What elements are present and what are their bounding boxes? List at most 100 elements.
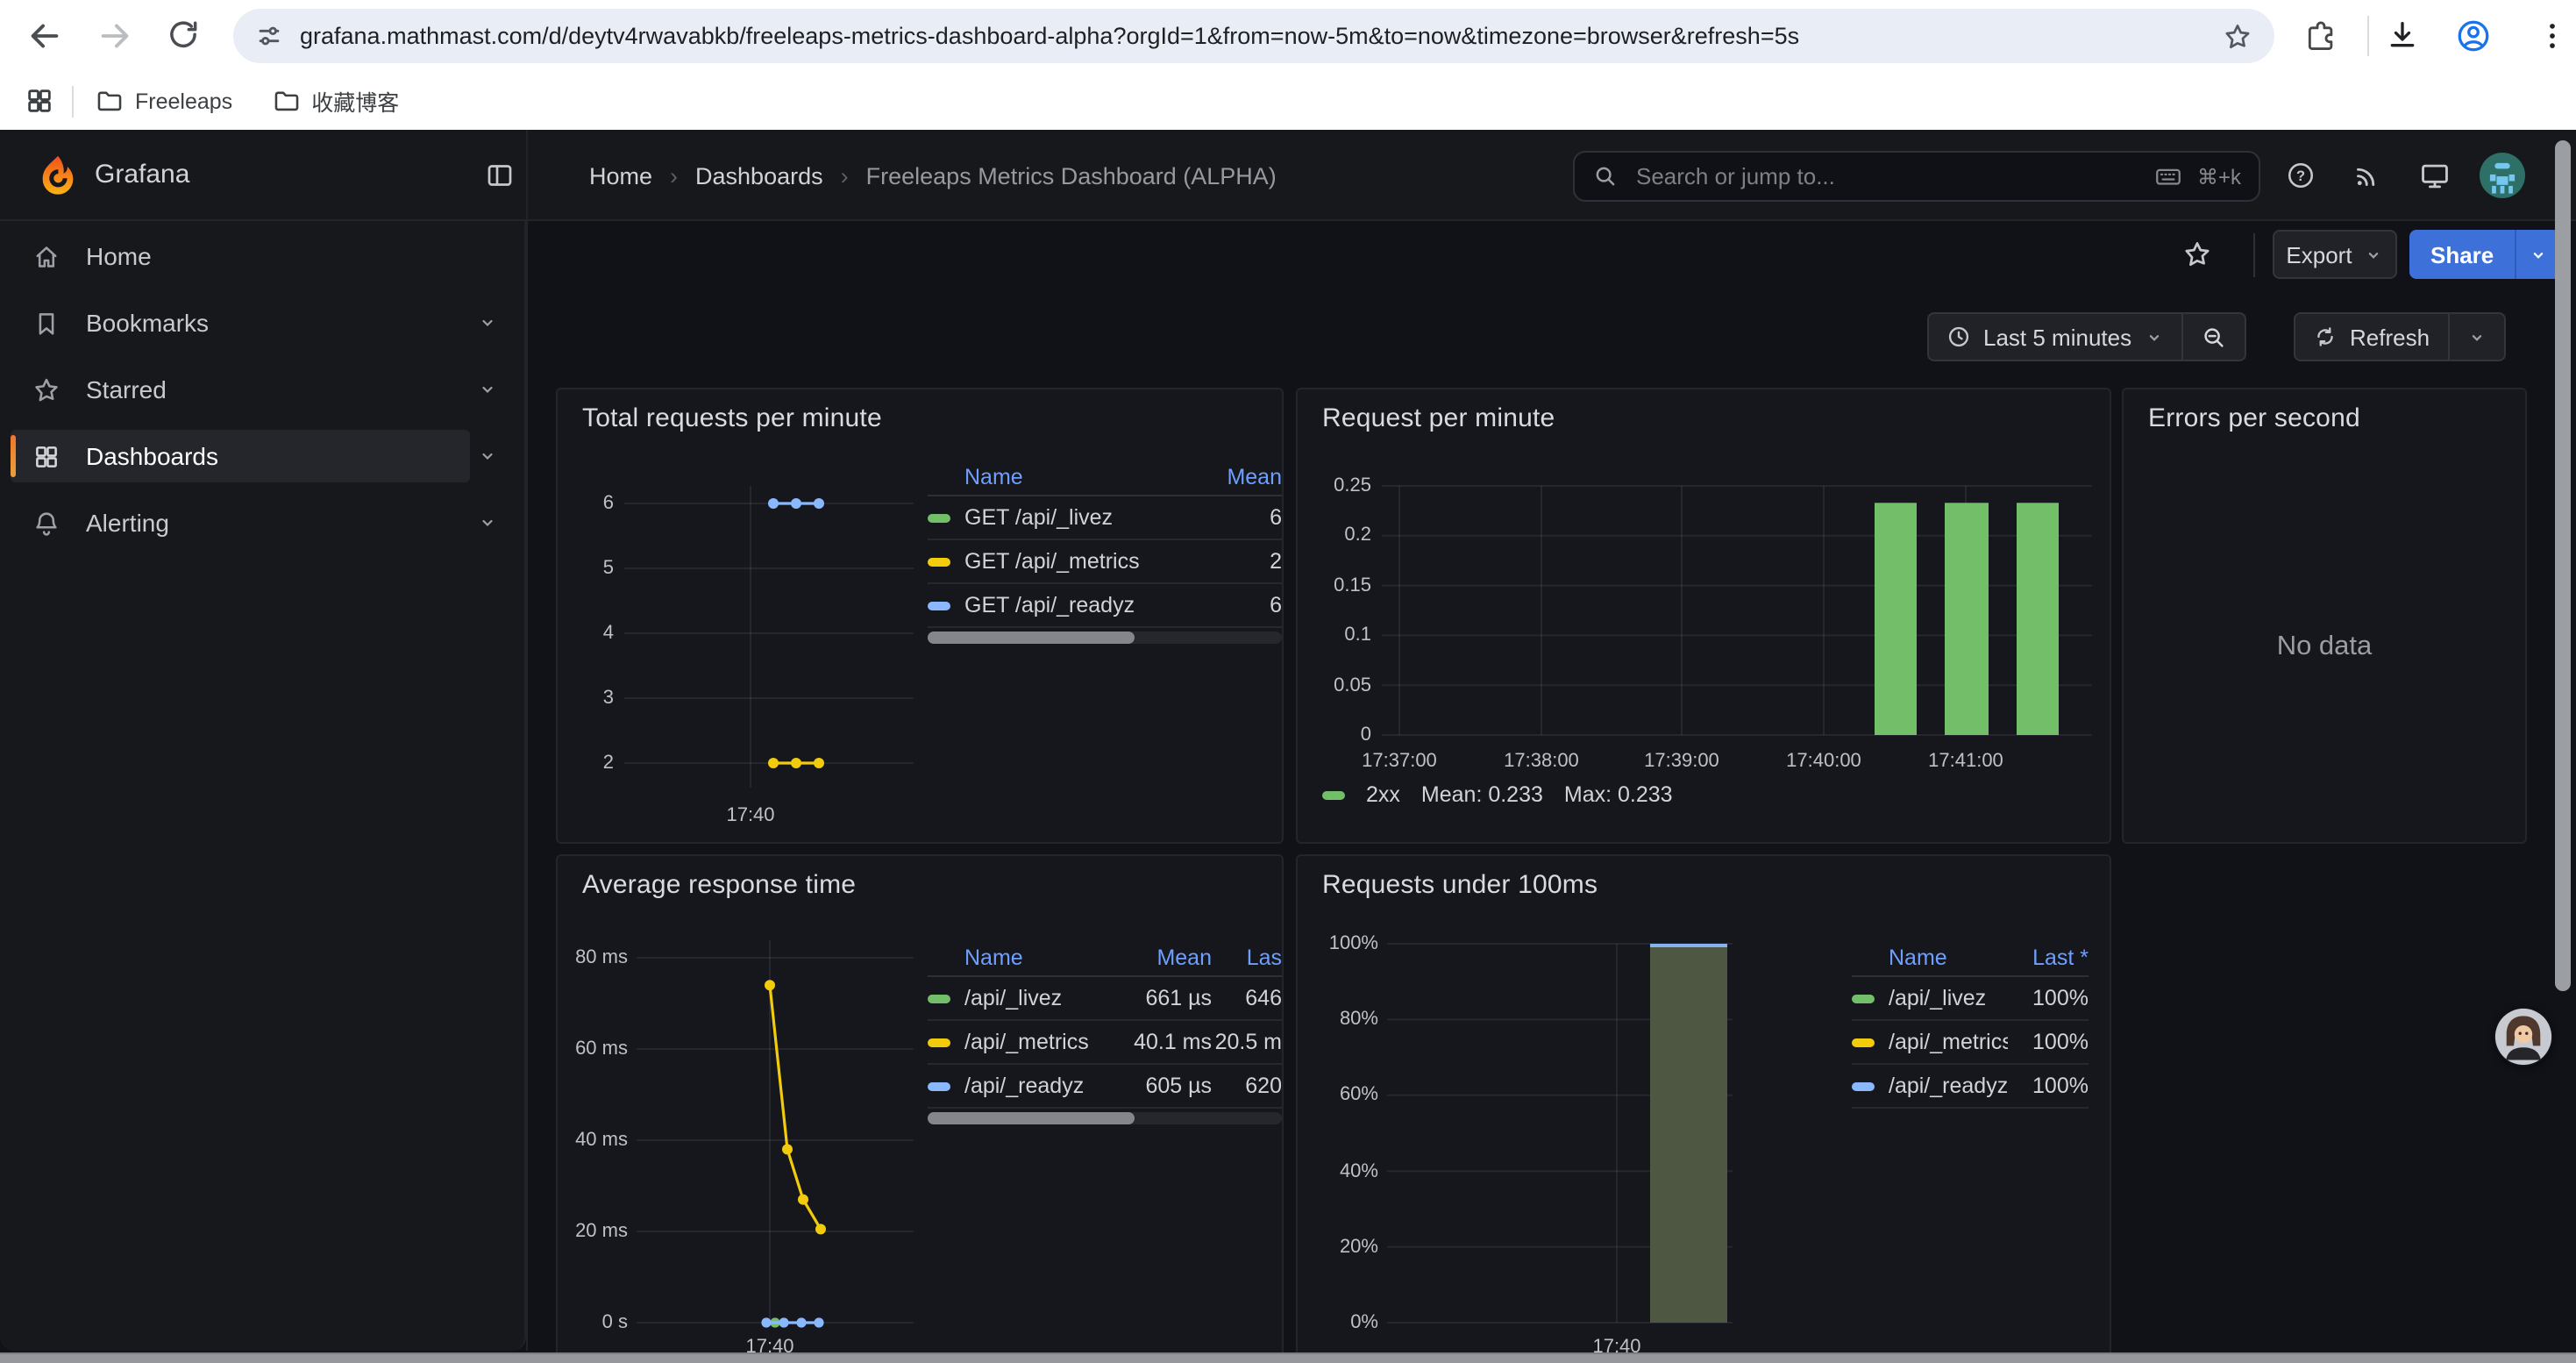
browser-toolbar: grafana.mathmast.com/d/deytv4rwavabkb/fr… — [0, 0, 2576, 72]
legend-scrollbar[interactable] — [928, 1112, 1282, 1124]
breadcrumb-home[interactable]: Home — [589, 162, 652, 189]
back-icon[interactable] — [25, 16, 65, 56]
legend-row: /api/_readyz605 µs620 — [928, 1065, 1282, 1109]
chevron-down-icon[interactable] — [477, 363, 505, 416]
export-button[interactable]: Export — [2273, 230, 2397, 279]
panel-total-requests-per-minute[interactable]: Total requests per minute 6543217:40Name… — [556, 388, 1284, 844]
legend-column-header[interactable]: Last * — [2008, 946, 2089, 970]
bookmark-label: 收藏博客 — [311, 84, 399, 118]
legend-scrollbar-thumb[interactable] — [928, 1112, 1135, 1124]
time-range-picker[interactable]: Last 5 minutes — [1929, 314, 2181, 360]
chevron-down-icon — [2365, 245, 2384, 264]
legend-column-header[interactable]: Mean — [1212, 465, 1282, 489]
y-axis-tick: 3 — [565, 688, 614, 709]
refresh-controls: Refresh — [2294, 312, 2505, 361]
chevron-down-icon[interactable] — [477, 496, 505, 549]
series-color-pill — [1322, 790, 1345, 799]
legend-value: 100% — [2008, 1074, 2089, 1098]
sidebar-item-starred[interactable]: Starred — [11, 363, 470, 416]
legend-scrollbar[interactable] — [928, 632, 1282, 644]
panel-title: Request per minute — [1322, 403, 1555, 433]
bookmark-star-icon[interactable] — [2222, 20, 2253, 52]
sidebar-toggle-icon[interactable] — [484, 160, 516, 191]
refresh-interval-dropdown[interactable] — [2449, 314, 2503, 360]
legend-series-name[interactable]: GET /api/_metrics — [928, 549, 1212, 574]
forward-icon[interactable] — [95, 16, 135, 56]
legend-column-header[interactable]: Mean — [1114, 946, 1212, 970]
legend-series-name[interactable]: 2xx — [1366, 782, 1400, 807]
menu-dots-icon[interactable] — [2536, 19, 2569, 53]
profile-icon[interactable] — [2455, 18, 2492, 54]
legend-series-name[interactable]: GET /api/_livez — [928, 505, 1212, 530]
sidebar-item-home[interactable]: Home — [11, 230, 470, 282]
share-button[interactable]: Share — [2409, 230, 2515, 279]
bookmark-folder-freeleaps[interactable]: Freeleaps — [95, 86, 232, 116]
toolbar-divider — [2367, 16, 2369, 56]
legend-column-header[interactable]: Name — [928, 465, 1212, 489]
legend-column-header[interactable]: Name — [1852, 946, 2008, 970]
star-icon — [32, 375, 61, 404]
breadcrumb-dashboards[interactable]: Dashboards — [695, 162, 823, 189]
legend-series-name[interactable]: /api/_readyz — [1852, 1074, 2008, 1098]
sidebar-item-bookmarks[interactable]: Bookmarks — [11, 296, 470, 349]
refresh-button[interactable]: Refresh — [2295, 314, 2447, 360]
favorite-star-icon[interactable] — [2181, 239, 2213, 270]
legend-value: 100% — [2008, 1030, 2089, 1054]
y-axis-tick: 0.2 — [1305, 525, 1371, 546]
panel-request-per-minute[interactable]: Request per minute 2xx Mean: 0.233 Max: … — [1296, 388, 2111, 844]
news-rss-icon[interactable] — [2352, 160, 2383, 191]
time-controls: Last 5 minutes — [1927, 312, 2245, 361]
help-icon[interactable]: ? — [2285, 160, 2316, 191]
extensions-icon[interactable] — [2304, 19, 2338, 53]
export-label: Export — [2286, 241, 2352, 268]
series-color-pill — [928, 557, 950, 566]
chevron-down-icon[interactable] — [477, 430, 505, 482]
user-avatar[interactable] — [2480, 153, 2525, 207]
search-box[interactable]: ⌘+k — [1573, 151, 2260, 202]
download-icon[interactable] — [2385, 18, 2420, 53]
legend-series-name[interactable]: /api/_readyz — [928, 1074, 1114, 1098]
vertical-scrollbar[interactable] — [2555, 140, 2571, 991]
legend-series-name[interactable]: /api/_metrics — [928, 1030, 1114, 1054]
search-icon — [1592, 163, 1619, 189]
y-axis-tick: 5 — [565, 558, 614, 579]
sidebar-item-dashboards[interactable]: Dashboards — [11, 430, 470, 482]
zoom-out-button[interactable] — [2182, 314, 2244, 360]
y-axis-tick: 80 ms — [561, 947, 628, 968]
legend-series-name[interactable]: /api/_livez — [928, 986, 1114, 1010]
grafana-logo-icon[interactable] — [35, 153, 81, 198]
share-dropdown-button[interactable] — [2515, 230, 2560, 279]
address-bar[interactable]: grafana.mathmast.com/d/deytv4rwavabkb/fr… — [233, 9, 2274, 63]
brand-label[interactable]: Grafana — [95, 160, 189, 189]
sidebar-item-label: Starred — [86, 375, 167, 403]
legend-column-header[interactable]: Las — [1212, 946, 1282, 970]
panel-errors-per-second[interactable]: Errors per second No data — [2122, 388, 2527, 844]
apps-grid-icon[interactable] — [25, 86, 54, 116]
sidebar-item-alerting[interactable]: Alerting — [11, 496, 470, 549]
series-color-pill — [928, 1081, 950, 1090]
chevron-down-icon — [2144, 327, 2163, 346]
legend-column-header[interactable]: Name — [928, 946, 1114, 970]
url-text[interactable]: grafana.mathmast.com/d/deytv4rwavabkb/fr… — [300, 23, 2222, 49]
bookmark-folder-blog[interactable]: 收藏博客 — [271, 84, 399, 118]
search-input[interactable] — [1633, 161, 2139, 191]
horizontal-scrollbar[interactable] — [0, 1352, 2576, 1363]
sidebar-item-label: Home — [86, 242, 152, 270]
reload-icon[interactable] — [165, 18, 202, 54]
legend-scrollbar-thumb[interactable] — [928, 632, 1135, 644]
assistant-avatar[interactable] — [2494, 1007, 2553, 1067]
panel-average-response-time[interactable]: Average response time 80 ms60 ms40 ms20 … — [556, 854, 1284, 1363]
panel-requests-under-100ms[interactable]: Requests under 100ms 100%80%60%40%20%0%1… — [1296, 854, 2111, 1363]
share-button-group: Share — [2409, 230, 2560, 279]
site-info-icon[interactable] — [254, 21, 284, 51]
legend-row: GET /api/_readyz6 — [928, 584, 1282, 628]
legend-series-name[interactable]: /api/_livez — [1852, 986, 2008, 1010]
legend-header-row: NameMeanLas — [928, 940, 1282, 977]
sidebar-item-label: Alerting — [86, 509, 169, 537]
chevron-down-icon[interactable] — [477, 296, 505, 349]
legend-series-label: /api/_readyz — [964, 1074, 1084, 1098]
legend-series-name[interactable]: /api/_metrics — [1852, 1030, 2008, 1054]
monitor-icon[interactable] — [2418, 160, 2451, 193]
legend-series-label: GET /api/_livez — [964, 505, 1113, 530]
legend-series-name[interactable]: GET /api/_readyz — [928, 593, 1212, 617]
